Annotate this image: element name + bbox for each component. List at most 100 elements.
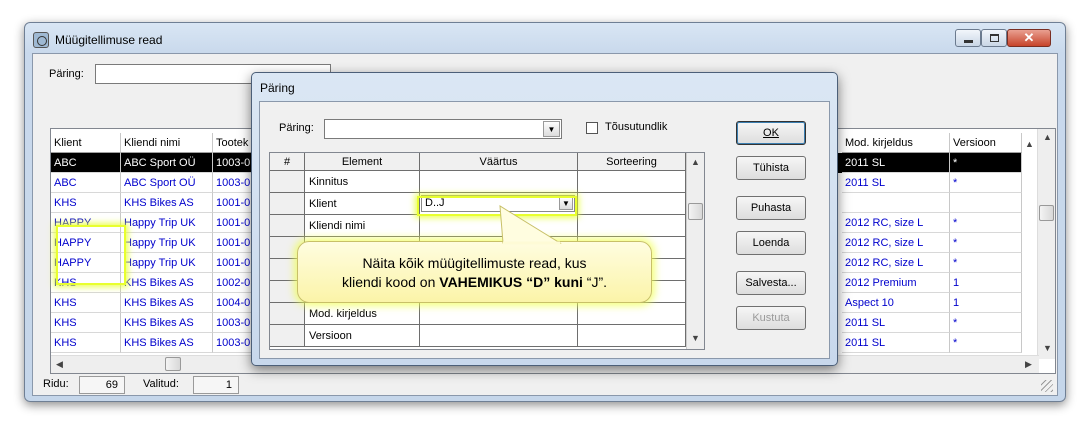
criteria-value-select[interactable]: D..J ▼	[421, 195, 575, 212]
list-button[interactable]: Loenda	[736, 231, 806, 255]
table-cell-version[interactable]: 1	[950, 293, 1022, 313]
table-cell-product[interactable]: 1001-0	[213, 233, 253, 253]
table-cell-client[interactable]: KHS	[51, 273, 121, 293]
column-header-version[interactable]: Versioon	[950, 133, 1022, 153]
table-cell-model-desc[interactable]: Aspect 10	[842, 293, 950, 313]
criteria-sort-cell[interactable]	[578, 215, 686, 237]
save-button[interactable]: Salvesta...	[736, 271, 806, 295]
table-cell-version[interactable]: *	[950, 173, 1022, 193]
table-cell-version[interactable]	[950, 193, 1022, 213]
list-button-label: Loenda	[752, 237, 790, 249]
table-cell-client-name[interactable]: KHS Bikes AS	[121, 293, 213, 313]
dialog-query-select[interactable]: ▼	[324, 119, 562, 139]
table-cell-client[interactable]: KHS	[51, 193, 121, 213]
table-cell-version[interactable]: *	[950, 253, 1022, 273]
criteria-sort-cell[interactable]	[578, 303, 686, 325]
scroll-up-icon[interactable]: ▲	[1043, 132, 1052, 142]
table-cell-client-name[interactable]: KHS Bikes AS	[121, 193, 213, 213]
table-cell-product[interactable]: 1004-0	[213, 293, 253, 313]
criteria-value-cell[interactable]	[420, 303, 578, 325]
table-cell-client-name[interactable]: KHS Bikes AS	[121, 333, 213, 353]
ascending-checkbox[interactable]	[586, 122, 598, 134]
table-cell-version[interactable]: *	[950, 213, 1022, 233]
column-header-product[interactable]: Tootek	[213, 133, 253, 153]
table-cell-product[interactable]: 1003-0	[213, 173, 253, 193]
ok-button[interactable]: OK	[736, 121, 806, 145]
criteria-sort-cell[interactable]	[578, 325, 686, 347]
table-cell-client[interactable]: KHS	[51, 333, 121, 353]
table-cell-product[interactable]: 1001-0	[213, 253, 253, 273]
table-cell-product[interactable]: 1002-0	[213, 273, 253, 293]
table-cell-model-desc[interactable]: 2012 RC, size L	[842, 213, 950, 233]
criteria-element-cell[interactable]: Kinnitus	[305, 171, 420, 193]
table-cell-client-name[interactable]: Happy Trip UK	[121, 213, 213, 233]
close-button[interactable]: ✕	[1007, 29, 1051, 47]
scroll-left-icon[interactable]: ◀	[56, 359, 63, 370]
table-cell-product[interactable]: 1003-0	[213, 333, 253, 353]
criteria-sort-cell[interactable]	[578, 193, 686, 215]
table-cell-product[interactable]: 1003-0	[213, 153, 253, 173]
scroll-right-icon[interactable]: ▶	[1025, 359, 1032, 370]
table-cell-client[interactable]: ABC	[51, 153, 121, 173]
chevron-down-icon[interactable]: ▼	[559, 197, 573, 210]
criteria-element-cell[interactable]: Klient	[305, 193, 420, 215]
table-cell-version[interactable]: *	[950, 233, 1022, 253]
vertical-scroll-thumb[interactable]	[1039, 205, 1054, 221]
scroll-down-icon[interactable]: ▼	[1043, 343, 1052, 353]
table-cell-client-name[interactable]: Happy Trip UK	[121, 253, 213, 273]
criteria-element-cell[interactable]: Kliendi nimi	[305, 215, 420, 237]
table-cell-client[interactable]: KHS	[51, 293, 121, 313]
criteria-value-cell[interactable]	[420, 171, 578, 193]
table-cell-client-name[interactable]: ABC Sport OÜ	[121, 173, 213, 193]
table-cell-version[interactable]: *	[950, 313, 1022, 333]
criteria-scroll-up-icon[interactable]: ▲	[691, 157, 700, 167]
ascending-label: Tõusutundlik	[605, 121, 668, 133]
criteria-value-cell[interactable]: D..J ▼	[420, 193, 578, 215]
horizontal-scroll-thumb[interactable]	[165, 357, 181, 371]
minimize-button[interactable]	[955, 29, 981, 47]
table-cell-client[interactable]: HAPPY	[51, 253, 121, 273]
table-cell-client-name[interactable]: KHS Bikes AS	[121, 313, 213, 333]
table-cell-model-desc[interactable]: 2012 RC, size L	[842, 253, 950, 273]
clear-button[interactable]: Puhasta	[736, 196, 806, 220]
criteria-element-cell[interactable]: Mod. kirjeldus	[305, 303, 420, 325]
table-cell-model-desc[interactable]: 2012 RC, size L	[842, 233, 950, 253]
table-cell-client-name[interactable]: ABC Sport OÜ	[121, 153, 213, 173]
table-cell-client[interactable]: HAPPY	[51, 233, 121, 253]
table-cell-version[interactable]: *	[950, 153, 1022, 173]
cancel-button[interactable]: Tühista	[736, 156, 806, 180]
criteria-scroll-down-icon[interactable]: ▼	[691, 333, 700, 343]
table-cell-client[interactable]: KHS	[51, 313, 121, 333]
rows-count: 69	[79, 376, 125, 394]
criteria-value-cell[interactable]	[420, 325, 578, 347]
table-cell-product[interactable]: 1003-0	[213, 313, 253, 333]
column-header-client-name[interactable]: Kliendi nimi	[121, 133, 213, 153]
table-cell-model-desc[interactable]: 2011 SL	[842, 333, 950, 353]
table-cell-product[interactable]: 1001-0	[213, 193, 253, 213]
table-cell-model-desc[interactable]: 2011 SL	[842, 153, 950, 173]
callout-line1: Näita kõik müügitellimuste read, kus	[362, 255, 587, 271]
table-cell-product[interactable]: 1001-0	[213, 213, 253, 233]
table-cell-model-desc[interactable]: 2012 Premium	[842, 273, 950, 293]
column-header-model-desc[interactable]: Mod. kirjeldus	[842, 133, 950, 153]
table-cell-model-desc[interactable]: 2011 SL	[842, 313, 950, 333]
column-header-client[interactable]: Klient	[51, 133, 121, 153]
table-vertical-scrollbar[interactable]: ▲ ▼	[1037, 129, 1055, 359]
maximize-button[interactable]	[981, 29, 1007, 47]
criteria-value-cell[interactable]	[420, 215, 578, 237]
table-cell-client-name[interactable]: Happy Trip UK	[121, 233, 213, 253]
criteria-vertical-scrollbar[interactable]: ▲ ▼	[686, 153, 704, 349]
criteria-scroll-thumb[interactable]	[688, 203, 703, 220]
table-cell-client-name[interactable]: KHS Bikes AS	[121, 273, 213, 293]
table-cell-client[interactable]: HAPPY	[51, 213, 121, 233]
criteria-sort-cell[interactable]	[578, 171, 686, 193]
criteria-element-cell[interactable]: Versioon	[305, 325, 420, 347]
table-cell-version[interactable]: 1	[950, 273, 1022, 293]
table-cell-model-desc[interactable]: 2011 SL	[842, 173, 950, 193]
table-cell-version[interactable]: *	[950, 333, 1022, 353]
criteria-value-text: D..J	[425, 197, 445, 209]
chevron-down-icon[interactable]: ▼	[543, 121, 560, 137]
table-cell-client[interactable]: ABC	[51, 173, 121, 193]
resize-grip-icon[interactable]	[1041, 380, 1053, 392]
table-cell-model-desc[interactable]	[842, 193, 950, 213]
